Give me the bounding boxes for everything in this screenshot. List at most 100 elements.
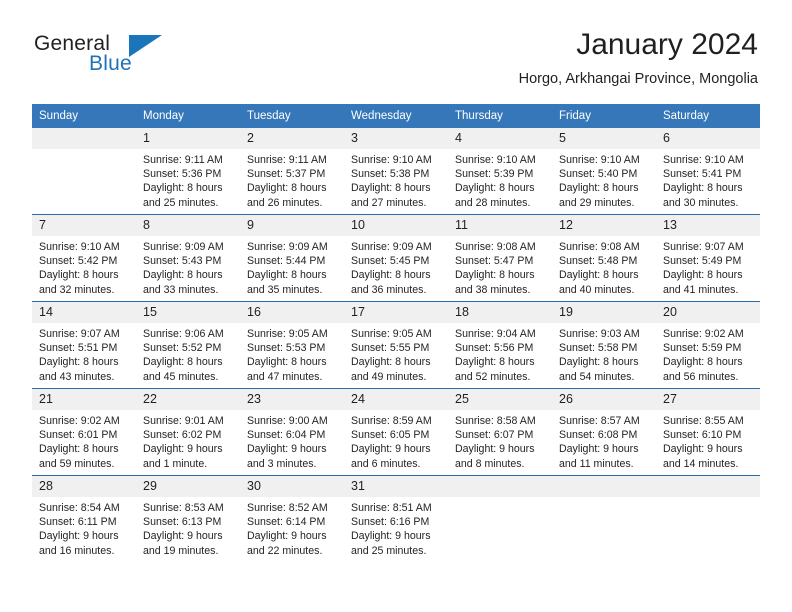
daylight-duration-line1: Daylight: 9 hours xyxy=(247,530,327,543)
sunset-time: Sunset: 6:08 PM xyxy=(559,429,638,442)
calendar-day-cell[interactable]: 18 Sunrise: 9:04 AM Sunset: 5:56 PM Dayligh… xyxy=(448,301,552,389)
calendar-day-cell[interactable]: 26 Sunrise: 8:57 AM Sunset: 6:08 PM Dayligh… xyxy=(552,388,656,476)
daylight-duration-line1: Daylight: 8 hours xyxy=(663,356,743,369)
daylight-duration-line2: and 19 minutes. xyxy=(143,544,219,557)
day-details: Sunrise: 9:10 AM Sunset: 5:40 PM Daylight:… xyxy=(552,149,656,210)
calendar-grid: Sunday Monday Tuesday Wednesday Thursday… xyxy=(32,104,760,562)
day-details: Sunrise: 9:11 AM Sunset: 5:36 PM Daylight:… xyxy=(136,149,240,210)
daylight-duration-line2: and 32 minutes. xyxy=(39,283,115,296)
daylight-duration-line1: Daylight: 9 hours xyxy=(455,443,535,456)
daylight-duration-line2: and 43 minutes. xyxy=(39,370,115,383)
calendar-day-cell[interactable]: 9 Sunrise: 9:09 AM Sunset: 5:44 PM Daylight… xyxy=(240,214,344,302)
day-number: 23 xyxy=(240,389,344,410)
daylight-duration-line1: Daylight: 8 hours xyxy=(455,182,535,195)
calendar-day-cell[interactable]: 16 Sunrise: 9:05 AM Sunset: 5:53 PM Dayligh… xyxy=(240,301,344,389)
weekday-header-monday: Monday xyxy=(136,104,240,128)
sunrise-time: Sunrise: 9:08 AM xyxy=(559,241,640,253)
daylight-duration-line2: and 59 minutes. xyxy=(39,457,115,470)
sunset-time: Sunset: 5:42 PM xyxy=(39,255,118,268)
page-header: General Blue January 2024 Horgo, Arkhang… xyxy=(34,28,758,98)
day-details: Sunrise: 9:09 AM Sunset: 5:44 PM Daylight:… xyxy=(240,236,344,297)
calendar-day-cell[interactable]: 11 Sunrise: 9:08 AM Sunset: 5:47 PM Dayligh… xyxy=(448,214,552,302)
daylight-duration-line1: Daylight: 8 hours xyxy=(455,269,535,282)
sunrise-time: Sunrise: 8:55 AM xyxy=(663,415,744,427)
day-details: Sunrise: 8:55 AM Sunset: 6:10 PM Daylight:… xyxy=(656,410,760,471)
daylight-duration-line1: Daylight: 9 hours xyxy=(143,443,223,456)
sunrise-time: Sunrise: 9:06 AM xyxy=(143,328,224,340)
day-details: Sunrise: 9:01 AM Sunset: 6:02 PM Daylight:… xyxy=(136,410,240,471)
sunrise-time: Sunrise: 9:09 AM xyxy=(351,241,432,253)
sunrise-time: Sunrise: 8:51 AM xyxy=(351,502,432,514)
daylight-duration-line1: Daylight: 8 hours xyxy=(143,182,223,195)
calendar-body: 1 Sunrise: 9:11 AM Sunset: 5:36 PM Daylight… xyxy=(32,128,760,562)
calendar-day-cell[interactable]: 30 Sunrise: 8:52 AM Sunset: 6:14 PM Dayligh… xyxy=(240,475,344,562)
daylight-duration-line1: Daylight: 8 hours xyxy=(143,356,223,369)
day-details: Sunrise: 9:10 AM Sunset: 5:38 PM Daylight:… xyxy=(344,149,448,210)
calendar-day-cell[interactable]: 2 Sunrise: 9:11 AM Sunset: 5:37 PM Daylight… xyxy=(240,128,344,215)
general-blue-logo[interactable]: General Blue xyxy=(34,32,244,88)
daylight-duration-line1: Daylight: 9 hours xyxy=(663,443,743,456)
day-details: Sunrise: 9:05 AM Sunset: 5:55 PM Daylight:… xyxy=(344,323,448,384)
sunrise-time: Sunrise: 9:07 AM xyxy=(663,241,744,253)
day-number: 16 xyxy=(240,302,344,323)
calendar-day-cell[interactable]: 8 Sunrise: 9:09 AM Sunset: 5:43 PM Daylight… xyxy=(136,214,240,302)
title-block: January 2024 Horgo, Arkhangai Province, … xyxy=(519,28,758,89)
calendar-day-cell[interactable]: 20 Sunrise: 9:02 AM Sunset: 5:59 PM Dayligh… xyxy=(656,301,760,389)
calendar-day-cell[interactable]: 15 Sunrise: 9:06 AM Sunset: 5:52 PM Dayligh… xyxy=(136,301,240,389)
sunrise-time: Sunrise: 9:01 AM xyxy=(143,415,224,427)
calendar-day-cell[interactable]: 21 Sunrise: 9:02 AM Sunset: 6:01 PM Dayligh… xyxy=(32,388,136,476)
day-number: 28 xyxy=(32,476,136,497)
calendar-day-cell[interactable]: 5 Sunrise: 9:10 AM Sunset: 5:40 PM Daylight… xyxy=(552,128,656,215)
sunset-time: Sunset: 5:47 PM xyxy=(455,255,534,268)
sunrise-time: Sunrise: 9:00 AM xyxy=(247,415,328,427)
calendar-day-cell[interactable]: 12 Sunrise: 9:08 AM Sunset: 5:48 PM Dayligh… xyxy=(552,214,656,302)
day-details: Sunrise: 8:51 AM Sunset: 6:16 PM Daylight:… xyxy=(344,497,448,558)
calendar-day-cell[interactable]: 1 Sunrise: 9:11 AM Sunset: 5:36 PM Daylight… xyxy=(136,128,240,215)
calendar-day-cell[interactable]: 10 Sunrise: 9:09 AM Sunset: 5:45 PM Dayligh… xyxy=(344,214,448,302)
daylight-duration-line2: and 29 minutes. xyxy=(559,196,635,209)
day-details: Sunrise: 9:04 AM Sunset: 5:56 PM Daylight:… xyxy=(448,323,552,384)
weekday-header-friday: Friday xyxy=(552,104,656,128)
daylight-duration-line2: and 30 minutes. xyxy=(663,196,739,209)
day-number: 10 xyxy=(344,215,448,236)
daylight-duration-line1: Daylight: 8 hours xyxy=(351,356,431,369)
page-title: January 2024 xyxy=(576,28,758,61)
calendar-day-cell[interactable]: 29 Sunrise: 8:53 AM Sunset: 6:13 PM Dayligh… xyxy=(136,475,240,562)
calendar-day-cell[interactable]: 14 Sunrise: 9:07 AM Sunset: 5:51 PM Dayligh… xyxy=(32,301,136,389)
calendar-day-cell[interactable]: 13 Sunrise: 9:07 AM Sunset: 5:49 PM Dayligh… xyxy=(656,214,760,302)
calendar-day-cell[interactable]: 28 Sunrise: 8:54 AM Sunset: 6:11 PM Dayligh… xyxy=(32,475,136,562)
calendar-day-cell[interactable]: 17 Sunrise: 9:05 AM Sunset: 5:55 PM Dayligh… xyxy=(344,301,448,389)
calendar-day-cell[interactable]: 23 Sunrise: 9:00 AM Sunset: 6:04 PM Dayligh… xyxy=(240,388,344,476)
sunset-time: Sunset: 5:58 PM xyxy=(559,342,638,355)
day-details: Sunrise: 8:52 AM Sunset: 6:14 PM Daylight:… xyxy=(240,497,344,558)
calendar-day-cell[interactable]: 22 Sunrise: 9:01 AM Sunset: 6:02 PM Dayligh… xyxy=(136,388,240,476)
daylight-duration-line2: and 47 minutes. xyxy=(247,370,323,383)
day-number: 4 xyxy=(448,128,552,149)
sunset-time: Sunset: 5:36 PM xyxy=(143,168,222,181)
daylight-duration-line2: and 41 minutes. xyxy=(663,283,739,296)
sunset-time: Sunset: 6:02 PM xyxy=(143,429,222,442)
calendar-day-cell[interactable]: 31 Sunrise: 8:51 AM Sunset: 6:16 PM Dayligh… xyxy=(344,475,448,562)
calendar-day-cell[interactable]: 4 Sunrise: 9:10 AM Sunset: 5:39 PM Daylight… xyxy=(448,128,552,215)
weekday-header-tuesday: Tuesday xyxy=(240,104,344,128)
day-number: 11 xyxy=(448,215,552,236)
calendar-day-cell[interactable]: 19 Sunrise: 9:03 AM Sunset: 5:58 PM Dayligh… xyxy=(552,301,656,389)
calendar-day-cell[interactable]: 3 Sunrise: 9:10 AM Sunset: 5:38 PM Daylight… xyxy=(344,128,448,215)
calendar-day-cell[interactable]: 27 Sunrise: 8:55 AM Sunset: 6:10 PM Dayligh… xyxy=(656,388,760,476)
sunrise-time: Sunrise: 9:09 AM xyxy=(247,241,328,253)
calendar-day-cell[interactable]: 6 Sunrise: 9:10 AM Sunset: 5:41 PM Daylight… xyxy=(656,128,760,215)
day-details: Sunrise: 9:07 AM Sunset: 5:49 PM Daylight:… xyxy=(656,236,760,297)
day-number: 9 xyxy=(240,215,344,236)
daylight-duration-line2: and 33 minutes. xyxy=(143,283,219,296)
day-number: 5 xyxy=(552,128,656,149)
day-details: Sunrise: 8:58 AM Sunset: 6:07 PM Daylight:… xyxy=(448,410,552,471)
day-number: 7 xyxy=(32,215,136,236)
calendar-day-cell[interactable]: 7 Sunrise: 9:10 AM Sunset: 5:42 PM Daylight… xyxy=(32,214,136,302)
day-number: 18 xyxy=(448,302,552,323)
calendar-day-cell[interactable]: 24 Sunrise: 8:59 AM Sunset: 6:05 PM Dayligh… xyxy=(344,388,448,476)
day-details: Sunrise: 9:05 AM Sunset: 5:53 PM Daylight:… xyxy=(240,323,344,384)
sunset-time: Sunset: 5:55 PM xyxy=(351,342,430,355)
sunrise-time: Sunrise: 9:02 AM xyxy=(663,328,744,340)
calendar-day-cell[interactable]: 25 Sunrise: 8:58 AM Sunset: 6:07 PM Dayligh… xyxy=(448,388,552,476)
day-details: Sunrise: 9:09 AM Sunset: 5:43 PM Daylight:… xyxy=(136,236,240,297)
